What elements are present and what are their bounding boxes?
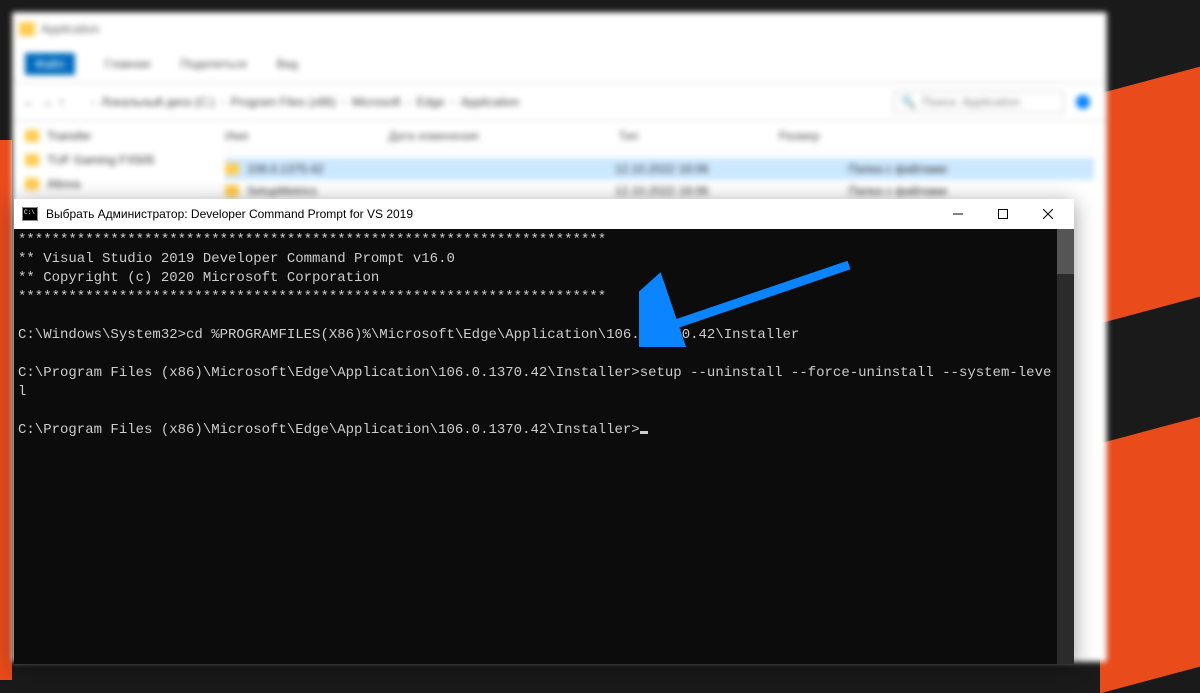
maximize-button[interactable] [980, 199, 1025, 229]
cmd-terminal[interactable]: ****************************************… [14, 229, 1074, 664]
list-item[interactable]: 106.0.1370.42 12.10.2022 16:06 Папка с ф… [225, 158, 1094, 180]
explorer-ribbon: Файл Главная Поделиться Вид [13, 45, 1106, 83]
status-dot [1076, 95, 1090, 109]
folder-icon [71, 96, 85, 108]
cmd-icon [22, 207, 38, 221]
scrollbar-thumb[interactable] [1057, 229, 1074, 274]
search-input[interactable]: 🔍 Поиск: Application [894, 91, 1064, 113]
maximize-icon [998, 209, 1008, 219]
minimize-icon [953, 209, 963, 219]
cmd-titlebar[interactable]: Выбрать Администратор: Developer Command… [14, 199, 1074, 229]
window-controls [935, 199, 1070, 229]
minimize-button[interactable] [935, 199, 980, 229]
search-icon: 🔍 [901, 95, 916, 109]
ribbon-file[interactable]: Файл [25, 53, 75, 75]
ribbon-share[interactable]: Поделиться [180, 57, 246, 71]
ribbon-home[interactable]: Главная [105, 57, 151, 71]
cmd-output: ****************************************… [18, 231, 1053, 440]
explorer-titlebar: Application [13, 13, 1106, 45]
background-accent-left [0, 140, 12, 680]
cmd-title: Выбрать Администратор: Developer Command… [46, 207, 927, 221]
sidebar-item[interactable]: Altova [25, 177, 201, 191]
command-prompt-window: Выбрать Администратор: Developer Command… [14, 199, 1074, 664]
cursor [640, 431, 648, 434]
scrollbar[interactable] [1057, 229, 1074, 664]
explorer-navbar: ←→↑ › Локальный диск (C:)› Program Files… [13, 83, 1106, 121]
sidebar-item[interactable]: Transfer [25, 129, 201, 143]
ribbon-view[interactable]: Вид [276, 57, 298, 71]
explorer-title: Application [41, 22, 100, 36]
close-button[interactable] [1025, 199, 1070, 229]
sidebar-item[interactable]: TUF Gaming FX505 [25, 153, 201, 167]
folder-icon [19, 22, 35, 36]
close-icon [1043, 209, 1053, 219]
breadcrumb[interactable]: ←→↑ › Локальный диск (C:)› Program Files… [23, 95, 519, 109]
